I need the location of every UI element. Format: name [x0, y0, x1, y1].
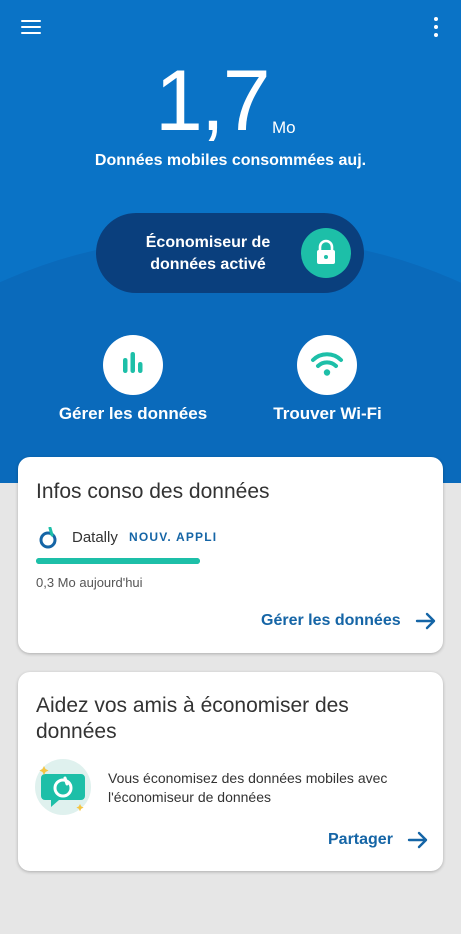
wifi-icon [311, 352, 343, 376]
share-savings-card: Aidez vos amis à économiser des données … [18, 672, 443, 871]
usage-today-text: 0,3 Mo aujourd'hui [36, 575, 143, 590]
share-illustration-icon [34, 758, 92, 816]
usage-value: 1,7 [155, 53, 271, 149]
share-card-title: Aidez vos amis à économiser des données [36, 694, 349, 743]
manage-data-link-label: Gérer les données [261, 612, 401, 629]
usage-header: 1,7 Mo Données mobiles consommées auj. É… [0, 0, 461, 483]
bar-chart-icon [123, 352, 143, 373]
manage-data-label[interactable]: Gérer les données [40, 404, 226, 424]
app-name: Datally [72, 529, 118, 546]
new-app-badge[interactable]: NOUV. APPLI [129, 530, 217, 544]
manage-data-button[interactable] [103, 335, 163, 395]
find-wifi-button[interactable] [297, 335, 357, 395]
find-wifi-label[interactable]: Trouver Wi-Fi [250, 404, 405, 424]
usage-progress-fill [36, 558, 200, 564]
usage-caption: Données mobiles consommées auj. [94, 152, 367, 169]
data-saver-toggle[interactable]: Économiseur de données activé [96, 213, 364, 293]
more-vert-icon[interactable] [429, 16, 443, 38]
datally-logo-icon [38, 526, 58, 549]
arrow-right-icon [415, 612, 435, 630]
share-link[interactable]: Partager [328, 831, 429, 849]
manage-data-link[interactable]: Gérer les données [261, 612, 437, 630]
usage-unit: Mo [272, 118, 296, 137]
usage-progress-bar [36, 558, 200, 564]
share-card-body: Vous économisez des données mobiles avec… [108, 770, 388, 805]
menu-icon[interactable] [20, 17, 44, 37]
data-saver-label: Économiseur de données activé [145, 234, 271, 273]
info-card-title: Infos conso des données [36, 480, 270, 503]
share-link-label: Partager [328, 831, 393, 848]
data-usage-info-card: Infos conso des données Datally NOUV. AP… [18, 457, 443, 653]
arrow-right-icon [407, 831, 428, 849]
lock-icon [301, 228, 351, 278]
